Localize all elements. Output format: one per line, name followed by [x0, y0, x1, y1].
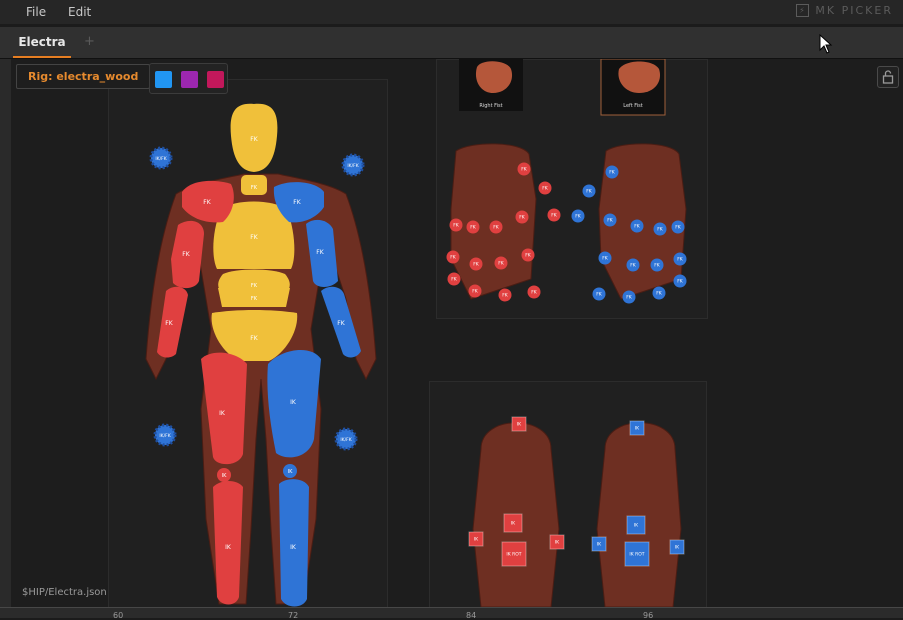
picker-logo-icon: ⚡	[796, 4, 810, 17]
right-fist-label: Right Fist	[479, 103, 502, 109]
left-shoulder-fk-label: FK	[293, 199, 301, 206]
right-upperarm-fk-label: FK	[182, 251, 190, 258]
add-tab-button[interactable]: +	[84, 34, 95, 49]
tab-electra[interactable]: Electra	[13, 27, 71, 58]
right-shoulder-fk-label: FK	[203, 199, 211, 206]
menu-edit[interactable]: Edit	[68, 5, 91, 19]
body-pickers: FK FK FK FK FK FK FK FK FK FK FK FK IK I…	[157, 103, 361, 607]
left-knee-ik-label: IK	[288, 469, 293, 475]
left-arm-ikfk-switch[interactable]: IK/FK	[341, 153, 365, 177]
menu-bar: File Edit ⚡ MK PICKER	[0, 0, 903, 24]
right-forearm-fk-label: FK	[165, 320, 173, 327]
left-forearm-fk-label: FK	[337, 320, 345, 327]
right-knee-ik-label: IK	[222, 473, 227, 479]
ruler-tick: 72	[288, 611, 299, 620]
scene-path-label: $HIP/Electra.json	[22, 587, 107, 598]
menu-file[interactable]: File	[26, 5, 46, 19]
hips-fk-label: FK	[250, 335, 258, 342]
left-upperarm-fk-label: FK	[316, 249, 324, 256]
chest-fk-label: FK	[250, 234, 258, 241]
picker-canvas[interactable]: Rig: electra_wood FK FK FK FK FK FK FK F…	[11, 59, 903, 607]
right-arm-ikfk-switch[interactable]: IK/FK	[149, 146, 173, 170]
left-foot-silhouette	[596, 422, 682, 607]
timeline-ruler[interactable]: 60 72 84 96	[0, 607, 903, 620]
left-leg-ikfk-label: IK/FK	[340, 437, 352, 443]
mouse-cursor-icon	[819, 34, 833, 54]
neck-fk-label: FK	[251, 185, 258, 191]
right-leg-ikfk-label: IK/FK	[159, 433, 171, 439]
left-leg-ikfk-switch[interactable]: IK/FK	[334, 427, 358, 451]
right-shin-ik-picker[interactable]	[213, 481, 243, 605]
app-brand-label: MK PICKER	[815, 4, 893, 17]
right-fist-pose-button[interactable]: Right Fist	[459, 59, 523, 111]
head-fk-label: FK	[250, 136, 258, 143]
picker-graphics: FK FK FK FK FK FK FK FK FK FK FK FK IK I…	[145, 59, 687, 607]
right-leg-ikfk-switch[interactable]: IK/FK	[153, 423, 177, 447]
tab-bar: Electra +	[0, 27, 903, 59]
ruler-tick: 84	[466, 611, 477, 620]
left-arm-ikfk-label: IK/FK	[347, 163, 359, 169]
left-foot-ik-rot-label: IK ROT	[629, 552, 644, 558]
belly-fk-label: FK	[251, 296, 258, 302]
app-brand: ⚡ MK PICKER	[796, 4, 893, 17]
ruler-tick: 96	[643, 611, 654, 620]
right-arm-ikfk-label: IK/FK	[155, 156, 167, 162]
left-fist-pose-button[interactable]: Left Fist	[600, 59, 666, 116]
left-fist-label: Left Fist	[623, 103, 643, 109]
right-foot-ik-rot-label: IK ROT	[506, 552, 521, 558]
ruler-tick: 60	[113, 611, 124, 620]
left-shin-ik-picker[interactable]	[279, 479, 309, 607]
